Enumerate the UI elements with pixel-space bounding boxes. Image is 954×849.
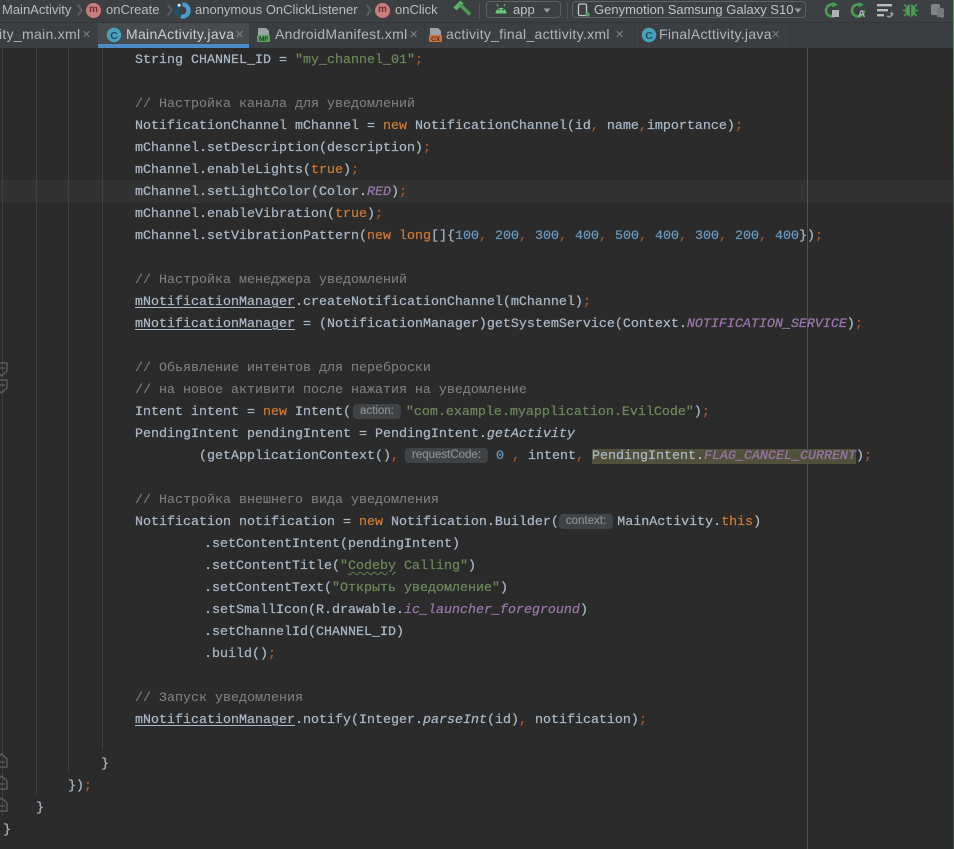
svg-text:A: A [858, 9, 865, 19]
svg-text:C: C [110, 30, 118, 42]
svg-text:C: C [645, 30, 653, 42]
svg-text:CX: CX [431, 36, 441, 43]
svg-text:MF: MF [259, 36, 268, 43]
